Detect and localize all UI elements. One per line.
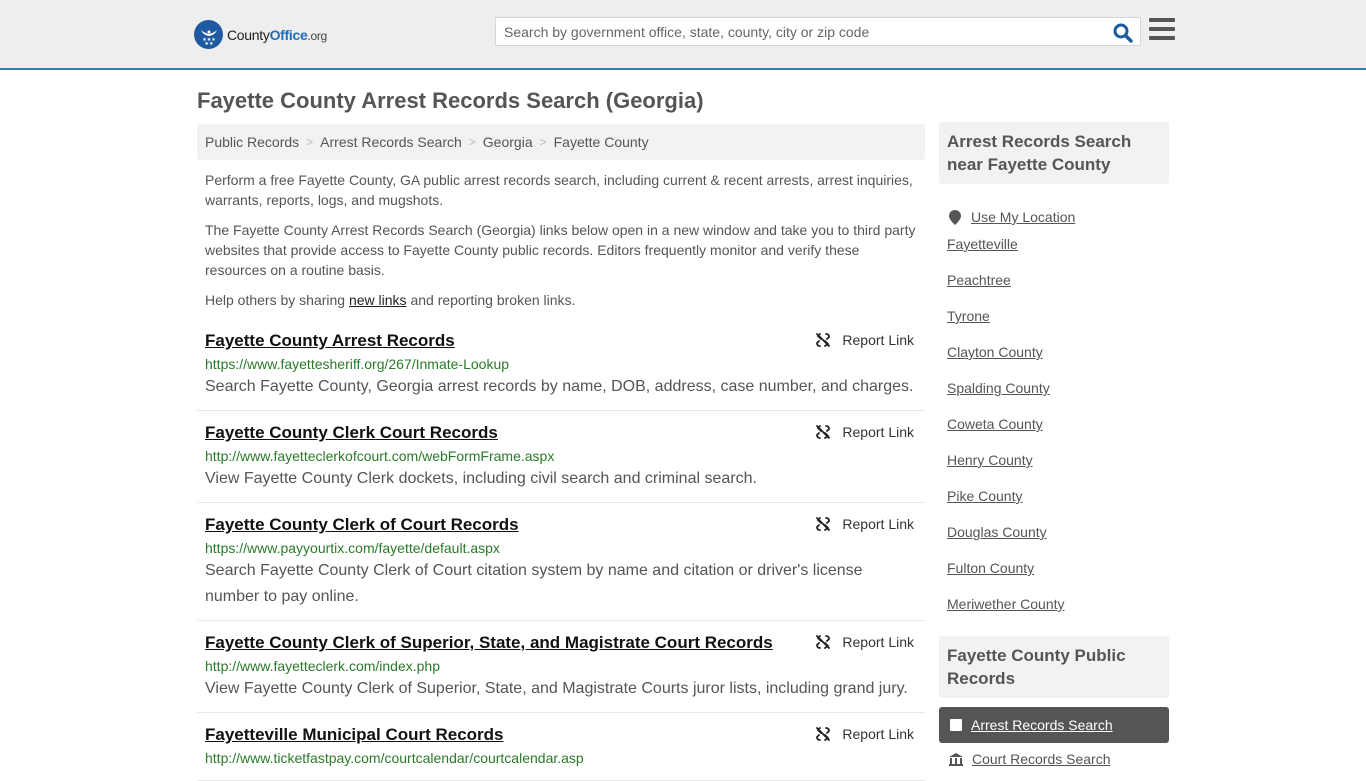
result-title-link[interactable]: Fayette County Arrest Records	[205, 330, 455, 352]
nearby-item: Clayton County	[947, 342, 1169, 378]
intro-paragraph-1: Perform a free Fayette County, GA public…	[205, 172, 913, 208]
result-title-link[interactable]: Fayette County Clerk of Court Records	[205, 514, 519, 536]
breadcrumb-separator: >	[306, 135, 314, 149]
eagle-stars-logo-icon: ★★★ ★★	[194, 20, 223, 49]
report-link-button[interactable]: Report Link	[815, 516, 914, 532]
use-my-location-link[interactable]: Use My Location	[971, 209, 1075, 225]
breadcrumb-georgia[interactable]: Georgia	[483, 134, 533, 150]
result-description: Search Fayette County Clerk of Court cit…	[205, 562, 863, 605]
search-icon[interactable]	[1112, 22, 1134, 44]
sidebar-item-court-records-search[interactable]: Court Records Search	[939, 751, 1169, 767]
square-icon	[950, 719, 962, 731]
result-item: Fayette County Arrest Records https://ww…	[197, 326, 925, 411]
nearby-link-meriwether-county[interactable]: Meriwether County	[947, 596, 1065, 612]
result-item: Fayette County Clerk of Court Records ht…	[197, 503, 925, 621]
result-url[interactable]: http://www.ticketfastpay.com/courtcalend…	[205, 746, 917, 770]
sidebar: Arrest Records Search near Fayette Count…	[939, 122, 1169, 767]
breadcrumb-separator: >	[468, 135, 476, 149]
nearby-link-pike-county[interactable]: Pike County	[947, 488, 1022, 504]
result-url[interactable]: https://www.fayettesheriff.org/267/Inmat…	[205, 352, 917, 376]
breadcrumb: Public Records > Arrest Records Search >…	[197, 124, 925, 160]
search-box	[495, 17, 1141, 46]
report-link-button[interactable]: Report Link	[815, 634, 914, 650]
result-item: Fayette County Clerk Court Records http:…	[197, 411, 925, 503]
broken-link-icon	[816, 333, 831, 347]
sidebar-item-arrest-records-search[interactable]: Arrest Records Search	[939, 707, 1169, 743]
public-records-heading: Fayette County Public Records	[939, 636, 1169, 698]
nearby-list: Use My Location Fayetteville Peachtree T…	[939, 184, 1169, 630]
courthouse-icon	[949, 752, 963, 766]
nearby-item: Fayetteville	[947, 234, 1169, 270]
nearby-link-fayetteville[interactable]: Fayetteville	[947, 236, 1018, 252]
use-my-location-item: Use My Location	[947, 198, 1169, 234]
nearby-item: Pike County	[947, 486, 1169, 522]
hamburger-menu-icon[interactable]	[1149, 18, 1175, 42]
nearby-link-fulton-county[interactable]: Fulton County	[947, 560, 1034, 576]
result-item: Fayette County Clerk of Superior, State,…	[197, 621, 925, 713]
nearby-item: Tyrone	[947, 306, 1169, 342]
sidebar-item-label[interactable]: Arrest Records Search	[971, 717, 1113, 733]
report-link-label: Report Link	[842, 634, 914, 650]
nearby-item: Spalding County	[947, 378, 1169, 414]
intro-paragraph-2: The Fayette County Arrest Records Search…	[205, 222, 916, 278]
map-pin-icon	[949, 209, 961, 225]
svg-text:★★: ★★	[204, 41, 213, 46]
help-text-after: and reporting broken links.	[406, 292, 576, 308]
site-logo[interactable]: ★★★ ★★ CountyOffice.org	[194, 20, 327, 49]
report-link-button[interactable]: Report Link	[815, 726, 914, 742]
nearby-item: Meriwether County	[947, 594, 1169, 630]
result-title-link[interactable]: Fayetteville Municipal Court Records	[205, 724, 504, 746]
help-text-before: Help others by sharing	[205, 292, 349, 308]
result-title-link[interactable]: Fayette County Clerk Court Records	[205, 422, 498, 444]
broken-link-icon	[816, 425, 831, 439]
nearby-heading: Arrest Records Search near Fayette Count…	[939, 122, 1169, 184]
result-url[interactable]: http://www.fayetteclerkofcourt.com/webFo…	[205, 444, 917, 468]
report-link-button[interactable]: Report Link	[815, 424, 914, 440]
nearby-item: Henry County	[947, 450, 1169, 486]
result-description: Search Fayette County, Georgia arrest re…	[205, 378, 914, 395]
report-link-label: Report Link	[842, 516, 914, 532]
report-link-label: Report Link	[842, 424, 914, 440]
result-url[interactable]: http://www.fayetteclerk.com/index.php	[205, 654, 917, 678]
nearby-item: Coweta County	[947, 414, 1169, 450]
report-link-button[interactable]: Report Link	[815, 332, 914, 348]
sidebar-item-label[interactable]: Court Records Search	[972, 751, 1111, 767]
breadcrumb-public-records[interactable]: Public Records	[205, 134, 299, 150]
site-header: ★★★ ★★ CountyOffice.org	[0, 0, 1366, 70]
breadcrumb-fayette-county[interactable]: Fayette County	[554, 134, 649, 150]
breadcrumb-arrest-records-search[interactable]: Arrest Records Search	[320, 134, 462, 150]
nearby-link-henry-county[interactable]: Henry County	[947, 452, 1033, 468]
results-list: Fayette County Arrest Records https://ww…	[197, 326, 925, 781]
result-item: Fayetteville Municipal Court Records htt…	[197, 713, 925, 781]
search-input[interactable]	[496, 18, 1096, 45]
logo-text: CountyOffice.org	[227, 26, 327, 43]
nearby-link-coweta-county[interactable]: Coweta County	[947, 416, 1043, 432]
result-url[interactable]: https://www.payyourtix.com/fayette/defau…	[205, 536, 917, 560]
report-link-label: Report Link	[842, 332, 914, 348]
broken-link-icon	[816, 635, 831, 649]
nearby-item: Douglas County	[947, 522, 1169, 558]
nearby-link-spalding-county[interactable]: Spalding County	[947, 380, 1050, 396]
report-link-label: Report Link	[842, 726, 914, 742]
broken-link-icon	[816, 517, 831, 531]
intro-paragraph-3: Help others by sharing new links and rep…	[205, 290, 920, 310]
nearby-item: Fulton County	[947, 558, 1169, 594]
nearby-link-douglas-county[interactable]: Douglas County	[947, 524, 1047, 540]
breadcrumb-separator: >	[539, 135, 547, 149]
nearby-item: Peachtree	[947, 270, 1169, 306]
new-links-link[interactable]: new links	[349, 292, 407, 308]
broken-link-icon	[816, 727, 831, 741]
page-title: Fayette County Arrest Records Search (Ge…	[197, 88, 704, 113]
result-description: View Fayette County Clerk dockets, inclu…	[205, 470, 757, 487]
nearby-link-tyrone[interactable]: Tyrone	[947, 308, 990, 324]
nearby-link-clayton-county[interactable]: Clayton County	[947, 344, 1043, 360]
intro-text: Perform a free Fayette County, GA public…	[205, 170, 920, 320]
nearby-link-peachtree[interactable]: Peachtree	[947, 272, 1011, 288]
result-title-link[interactable]: Fayette County Clerk of Superior, State,…	[205, 632, 773, 654]
result-description: View Fayette County Clerk of Superior, S…	[205, 680, 908, 697]
